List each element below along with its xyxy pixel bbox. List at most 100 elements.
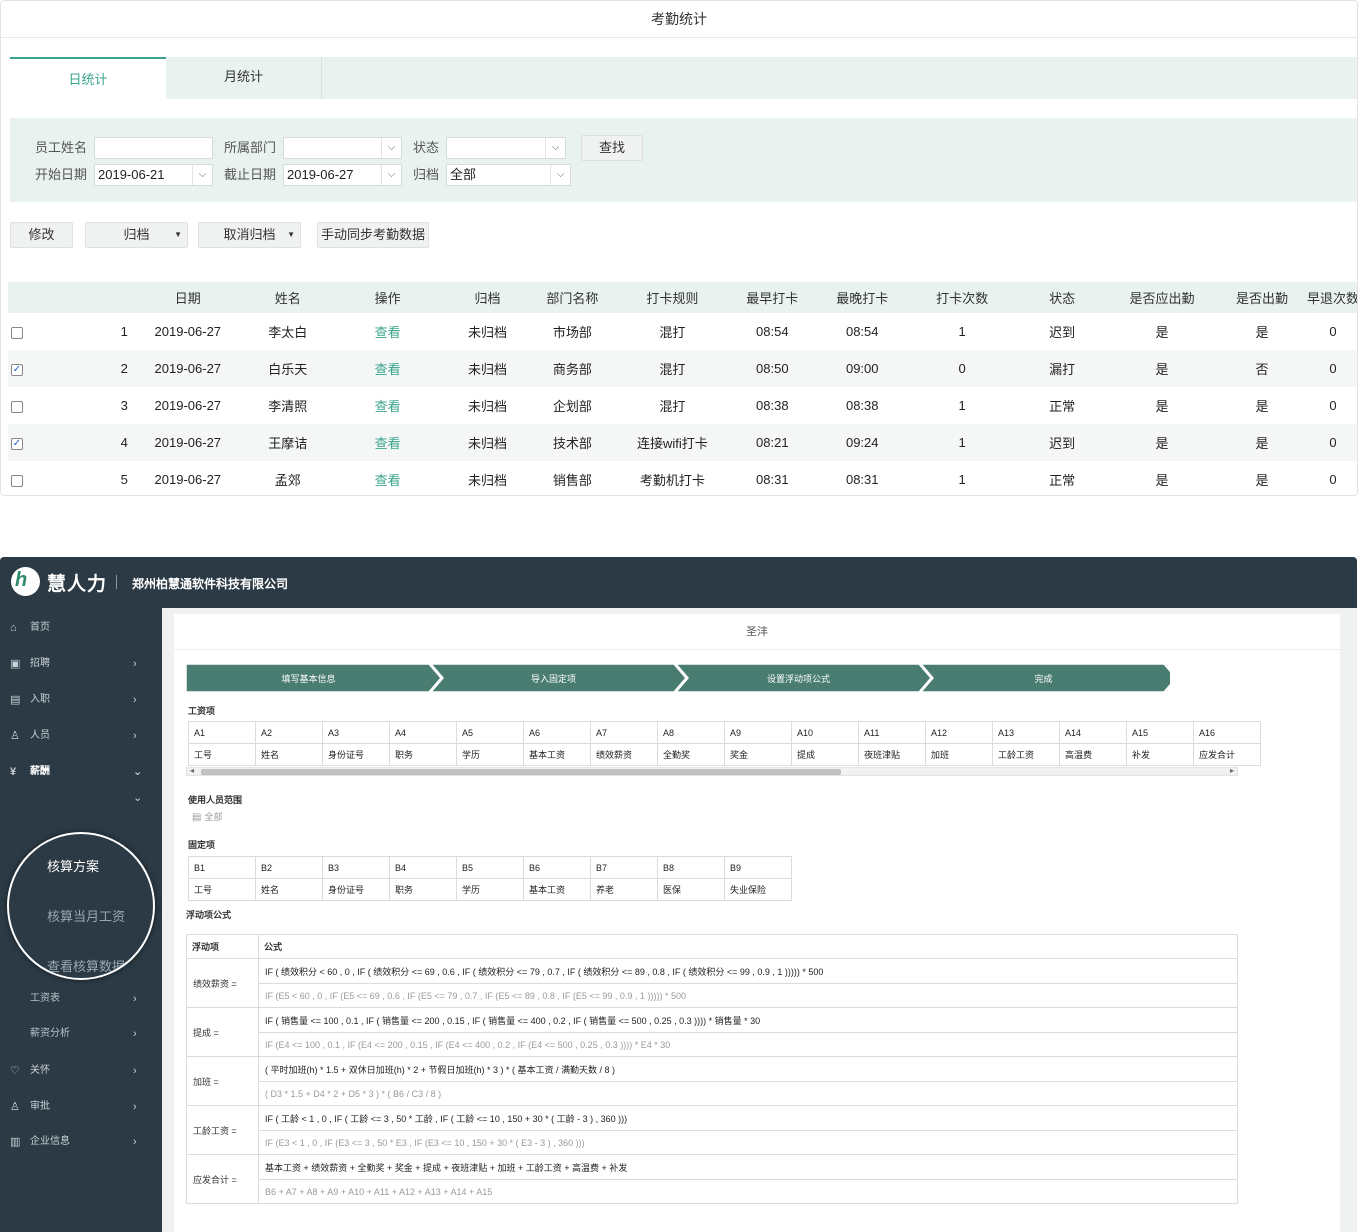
grid-code-cell[interactable]: B1 (188, 856, 256, 879)
grid-code-cell[interactable]: A1 (188, 721, 256, 744)
sidebar-subitem-0[interactable]: 工资表 › (0, 989, 162, 1009)
tab-daily[interactable]: 日统计 (10, 57, 166, 99)
row-checkbox[interactable] (11, 326, 23, 339)
grid-code-cell[interactable]: B6 (523, 856, 591, 879)
table-row[interactable]: 3 2019-06-27 李清照 查看 未归档 企划部 混打 08:38 08:38 1 正常 是 是 0 (8, 387, 1357, 424)
grid-code-cell[interactable]: B3 (322, 856, 390, 879)
submenu-item-calc[interactable]: 核算当月工资 (47, 906, 125, 925)
grid-name-cell[interactable]: 提成 (791, 743, 859, 766)
grid-code-cell[interactable]: B4 (389, 856, 457, 879)
search-button[interactable]: 查找 (581, 135, 643, 161)
column-header[interactable]: 是否应出勤 (1107, 282, 1217, 313)
column-header[interactable]: 归档 (447, 282, 528, 313)
column-header[interactable]: 打卡规则 (617, 282, 728, 313)
sidebar-item-0[interactable]: ⌂ 首页 (0, 618, 162, 638)
column-header[interactable]: 姓名 (247, 282, 328, 313)
formula-text[interactable]: 基本工资 + 绩效薪资 + 全勤奖 + 奖金 + 提成 + 夜班津贴 + 加班 … (258, 1154, 1238, 1180)
grid-name-cell[interactable]: 职务 (389, 878, 457, 901)
table-row[interactable]: 5 2019-06-27 孟郊 查看 未归档 销售部 考勤机打卡 08:31 08:31 1 正常 是… (8, 461, 1357, 495)
grid-name-cell[interactable]: 失业保险 (724, 878, 792, 901)
grid-name-cell[interactable]: 工号 (188, 743, 256, 766)
grid-name-cell[interactable]: 高温费 (1059, 743, 1127, 766)
formula-row[interactable]: 工龄工资 = IF ( 工龄 < 1 , 0 , IF ( 工龄 <= 3 , … (186, 1105, 1238, 1155)
sidebar-sub-expander[interactable]: ⌄ (0, 788, 162, 808)
dept-select[interactable]: ⌵ (283, 137, 402, 159)
grid-code-cell[interactable]: A13 (992, 721, 1060, 744)
column-header[interactable]: 是否出勤 (1216, 282, 1307, 313)
row-checkbox[interactable] (11, 474, 23, 487)
formula-text[interactable]: IF ( 销售量 <= 100 , 0.1 , IF ( 销售量 <= 200 … (258, 1007, 1238, 1033)
grid-name-cell[interactable]: 职务 (389, 743, 457, 766)
grid-name-cell[interactable]: 补发 (1126, 743, 1194, 766)
sidebar-item-3[interactable]: ♙ 人员 › (0, 726, 162, 746)
grid-name-cell[interactable]: 身份证号 (322, 743, 390, 766)
scroll-right-icon[interactable]: ▸ (1230, 766, 1234, 775)
view-link[interactable]: 查看 (328, 461, 448, 495)
table-row[interactable]: ✓ 4 2019-06-27 王摩诘 查看 未归档 技术部 连接wifi打卡 08:21 09:2… (8, 424, 1357, 461)
submenu-item-plan[interactable]: 核算方案 (47, 856, 99, 875)
sync-attendance-button[interactable]: 手动同步考勤数据 (317, 222, 429, 248)
archive-button[interactable]: 归档 ▼ (85, 222, 188, 248)
grid-code-cell[interactable]: A8 (657, 721, 725, 744)
grid-code-cell[interactable]: A14 (1059, 721, 1127, 744)
grid-name-cell[interactable]: 学历 (456, 878, 524, 901)
grid-name-cell[interactable]: 夜班津贴 (858, 743, 926, 766)
table-row[interactable]: 1 2019-06-27 李太白 查看 未归档 市场部 混打 08:54 08:54 1 迟到 是 是 0 (8, 313, 1357, 350)
grid-code-cell[interactable]: A4 (389, 721, 457, 744)
status-select[interactable]: ⌵ (446, 137, 566, 159)
grid-code-cell[interactable]: A12 (925, 721, 993, 744)
grid-name-cell[interactable]: 基本工资 (523, 878, 591, 901)
grid-code-cell[interactable]: A5 (456, 721, 524, 744)
scroll-left-icon[interactable]: ◂ (190, 766, 194, 775)
tab-monthly[interactable]: 月统计 (166, 57, 322, 99)
column-header[interactable]: 最早打卡 (727, 282, 818, 313)
column-header[interactable]: 操作 (327, 282, 448, 313)
view-link[interactable]: 查看 (327, 350, 448, 387)
grid-code-cell[interactable]: B8 (657, 856, 725, 879)
grid-name-cell[interactable]: 身份证号 (322, 878, 390, 901)
row-checkbox[interactable]: ✓ (11, 437, 23, 450)
formula-text[interactable]: IF ( 绩效积分 < 60 , 0 , IF ( 绩效积分 <= 69 , 0… (258, 958, 1238, 984)
sidebar-item-2[interactable]: ▤ 入职 › (0, 690, 162, 710)
formula-row[interactable]: 提成 = IF ( 销售量 <= 100 , 0.1 , IF ( 销售量 <=… (186, 1007, 1238, 1057)
table-row[interactable]: ✓ 2 2019-06-27 白乐天 查看 未归档 商务部 混打 08:50 09:00 0 漏打是否… (8, 350, 1357, 387)
grid-name-cell[interactable]: 姓名 (255, 878, 323, 901)
archive-select[interactable]: 全部 ⌵ (446, 164, 571, 186)
view-link[interactable]: 查看 (328, 387, 448, 424)
grid-code-cell[interactable]: B7 (590, 856, 658, 879)
view-link[interactable]: 查看 (327, 424, 448, 461)
sidebar-item-1[interactable]: ▣ 招聘 › (0, 654, 162, 674)
grid-name-cell[interactable]: 养老 (590, 878, 658, 901)
submenu-item-view[interactable]: 查看核算数据 (47, 956, 125, 975)
edit-button[interactable]: 修改 (10, 222, 73, 248)
grid-code-cell[interactable]: A11 (858, 721, 926, 744)
grid-name-cell[interactable]: 全勤奖 (657, 743, 725, 766)
grid-code-cell[interactable]: A7 (590, 721, 658, 744)
sidebar-item-bottom-1[interactable]: ♙ 审批 › (0, 1097, 162, 1117)
grid-name-cell[interactable]: 工号 (188, 878, 256, 901)
grid-name-cell[interactable]: 奖金 (724, 743, 792, 766)
sidebar-item-4[interactable]: ¥ 薪酬 ⌄ (0, 762, 162, 782)
formula-row[interactable]: 绩效薪资 = IF ( 绩效积分 < 60 , 0 , IF ( 绩效积分 <=… (186, 958, 1238, 1008)
scope-value[interactable]: ▤ 全部 (192, 810, 222, 823)
row-checkbox[interactable] (11, 400, 23, 413)
grid-name-cell[interactable]: 工龄工资 (992, 743, 1060, 766)
grid-code-cell[interactable]: A16 (1193, 721, 1261, 744)
grid-name-cell[interactable]: 学历 (456, 743, 524, 766)
grid-code-cell[interactable]: B9 (724, 856, 792, 879)
grid-code-cell[interactable]: A9 (724, 721, 792, 744)
start-date-input[interactable]: 2019-06-21 ⌵ (94, 164, 213, 186)
grid-name-cell[interactable]: 绩效薪资 (590, 743, 658, 766)
end-date-input[interactable]: 2019-06-27 ⌵ (283, 164, 402, 186)
grid-code-cell[interactable]: A6 (523, 721, 591, 744)
grid-code-cell[interactable]: B2 (255, 856, 323, 879)
column-header[interactable]: 打卡次数 (907, 282, 1018, 313)
formula-text[interactable]: IF ( 工龄 < 1 , 0 , IF ( 工龄 <= 3 , 50 * 工龄… (258, 1105, 1238, 1131)
formula-row[interactable]: 应发合计 = 基本工资 + 绩效薪资 + 全勤奖 + 奖金 + 提成 + 夜班津… (186, 1154, 1238, 1204)
formula-text[interactable]: ( 平时加班(h) * 1.5 + 双休日加班(h) * 2 + 节假日加班(h… (258, 1056, 1238, 1082)
grid-code-cell[interactable]: A15 (1126, 721, 1194, 744)
grid-name-cell[interactable]: 应发合计 (1193, 743, 1261, 766)
sidebar-subitem-1[interactable]: 薪资分析 › (0, 1024, 162, 1044)
sidebar-item-bottom-0[interactable]: ♡ 关怀 › (0, 1061, 162, 1081)
column-header[interactable]: 日期 (127, 282, 248, 313)
